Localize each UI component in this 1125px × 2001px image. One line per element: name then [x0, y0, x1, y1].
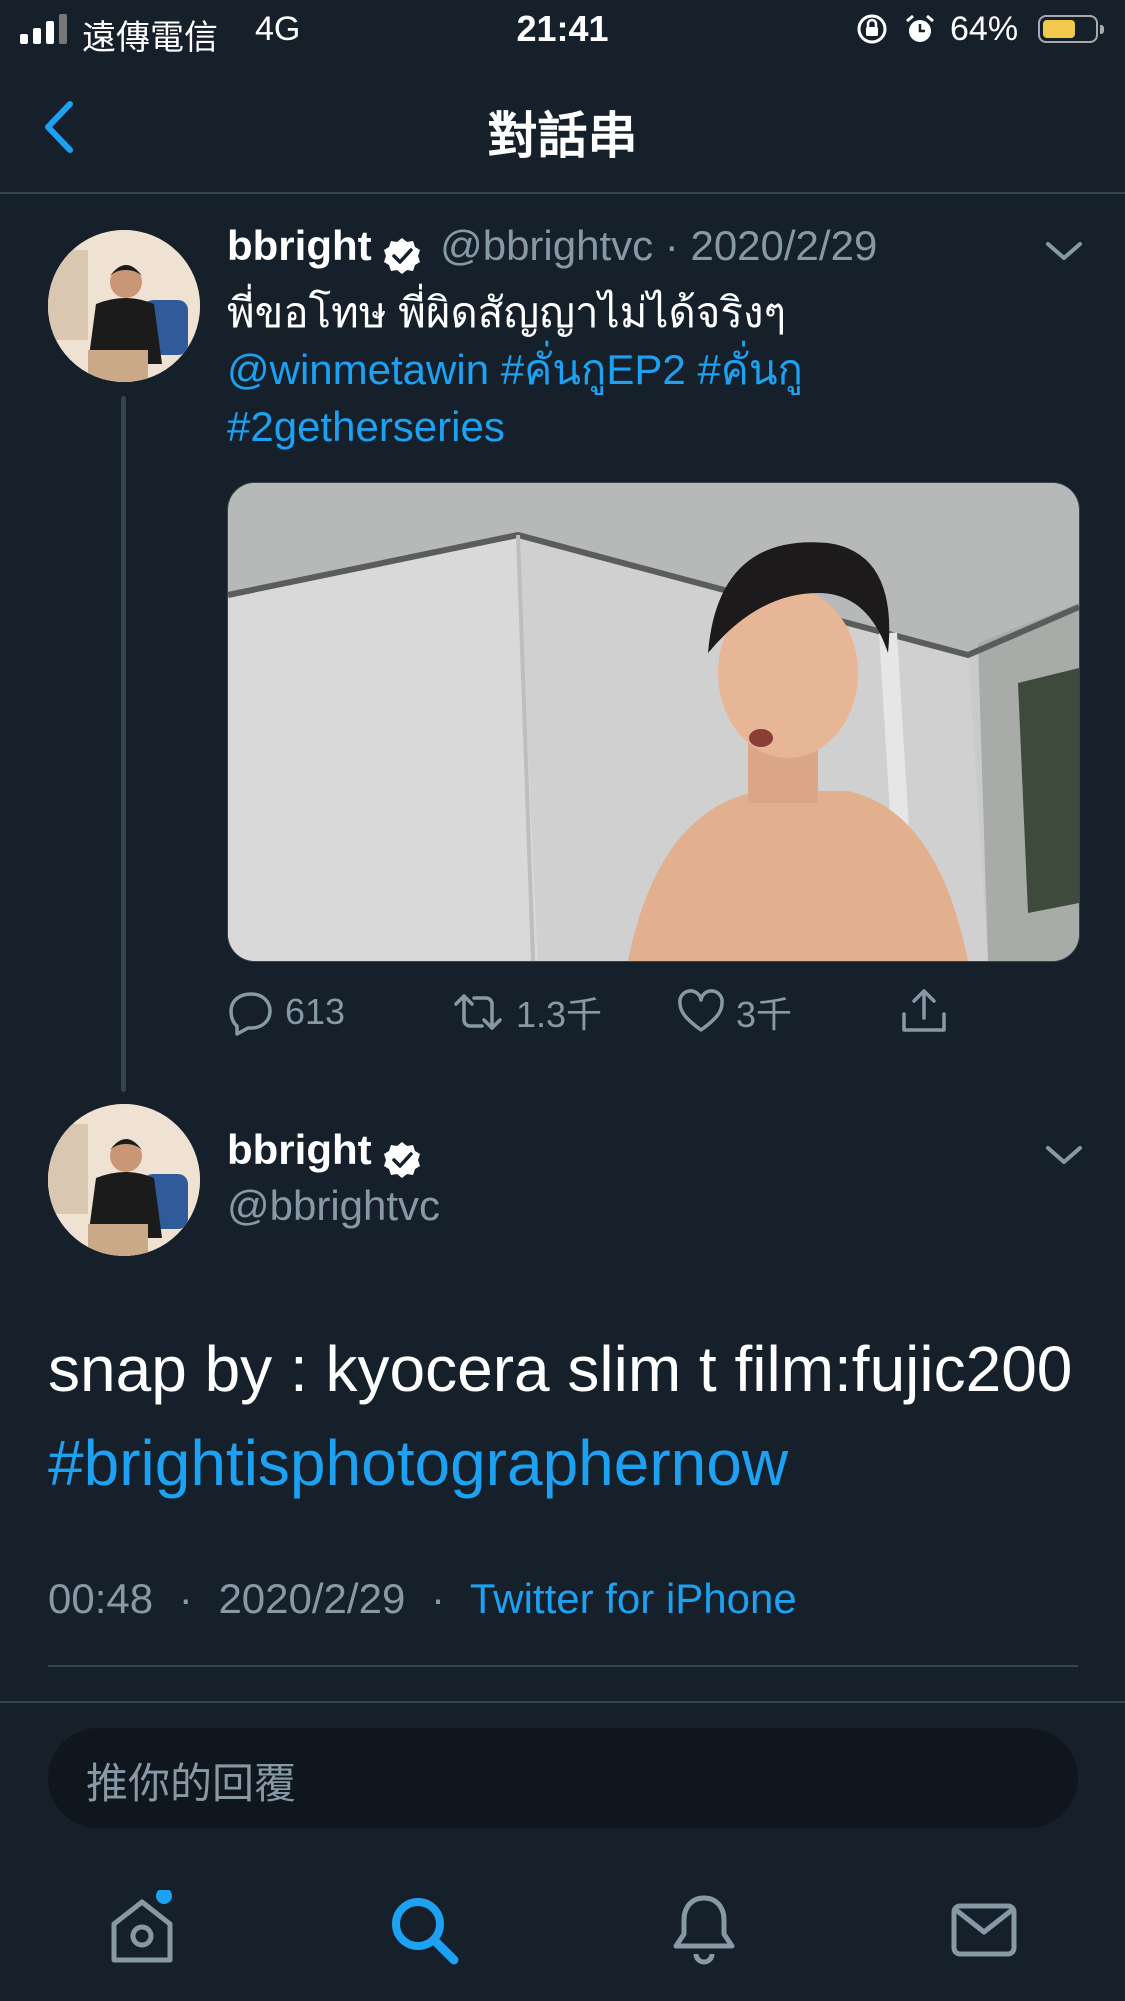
hashtag-link[interactable]: #คั่นกู [697, 346, 803, 393]
mention-link[interactable]: @winmetawin [227, 346, 489, 393]
tweet-text: snap by : kyocera slim t film:fujic200 #… [48, 1322, 1098, 1510]
reply-count: 613 [285, 991, 346, 1032]
tweet-text-line: พี่ขอโทษ พี่ผิดสัญญาไม่ได้จริงๆ [227, 289, 787, 336]
like-action[interactable]: 3千 [676, 984, 792, 1040]
status-bar: 遠傳電信 4G 21:41 64% [0, 0, 1125, 60]
hashtag-link[interactable]: #2getherseries [227, 403, 505, 450]
tweet-text: พี่ขอโทษ พี่ผิดสัญญาไม่ได้จริงๆ @winmeta… [227, 284, 1097, 455]
retweet-action[interactable]: 1.3千 [450, 984, 602, 1040]
status-icons [855, 12, 937, 46]
home-icon[interactable] [102, 1890, 182, 1970]
messages-icon[interactable] [944, 1890, 1024, 1970]
divider [48, 1665, 1078, 1667]
chevron-down-icon[interactable] [1044, 238, 1084, 264]
retweet-icon [454, 994, 502, 1030]
handle[interactable]: @bbrightvc [227, 1182, 440, 1230]
notifications-icon[interactable] [664, 1890, 744, 1970]
thread-line [121, 396, 126, 1092]
tweet-date: 2020/2/29 [218, 1575, 406, 1622]
nav-divider [0, 192, 1125, 194]
search-icon[interactable] [384, 1890, 464, 1970]
share-action[interactable] [898, 984, 960, 1040]
tweet-header: bbright @bbrightvc · 2020/2/29 [227, 222, 877, 276]
share-icon [902, 989, 946, 1032]
tweet-time: 00:48 [48, 1575, 154, 1622]
battery-percent: 64% [950, 10, 1019, 48]
avatar[interactable] [48, 230, 200, 382]
verified-icon [383, 237, 420, 274]
display-name[interactable]: bbright [227, 1126, 372, 1173]
battery-icon [1038, 15, 1104, 43]
display-name[interactable]: bbright [227, 222, 372, 269]
heart-icon [678, 989, 724, 1032]
tweet-author: bbright [227, 1126, 422, 1180]
alarm-icon [906, 14, 934, 42]
hashtag-link[interactable]: #คั่นกูEP2 [501, 346, 686, 393]
divider [0, 1701, 1125, 1703]
avatar[interactable] [48, 1104, 200, 1256]
page-title: 對話串 [487, 108, 638, 164]
verified-icon [383, 1141, 420, 1178]
rotation-lock-icon [857, 14, 887, 44]
handle-date: @bbrightvc · 2020/2/29 [440, 222, 878, 269]
reply-icon [229, 992, 272, 1036]
reply-action[interactable]: 613 [227, 984, 345, 1040]
like-count: 3千 [736, 994, 793, 1035]
reply-placeholder: 推你的回覆 [86, 1760, 297, 1807]
hashtag-link[interactable]: #brightisphotographernow [48, 1427, 788, 1499]
tweet-source-link[interactable]: Twitter for iPhone [470, 1575, 797, 1622]
tweet-media-image[interactable] [227, 482, 1080, 962]
retweet-count: 1.3千 [516, 994, 603, 1035]
chevron-down-icon[interactable] [1044, 1142, 1084, 1168]
tweet-text-line: snap by : kyocera slim t film:fujic200 [48, 1333, 1073, 1405]
tweet-meta: 00:48 · 2020/2/29 · Twitter for iPhone [48, 1575, 797, 1622]
